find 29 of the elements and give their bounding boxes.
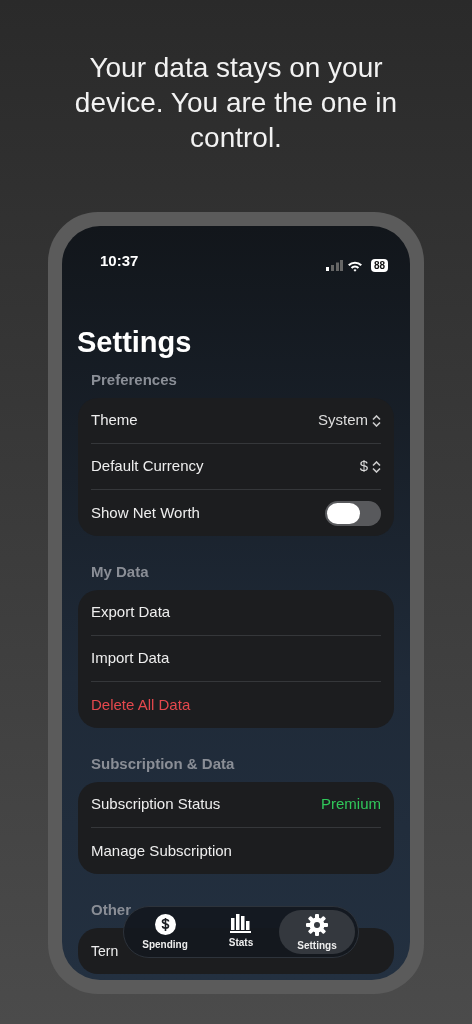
section-header: Subscription & Data bbox=[91, 754, 236, 774]
section-header: Preferences bbox=[91, 370, 178, 390]
setting-label[interactable]: Theme bbox=[91, 409, 138, 432]
tab-item[interactable]: Stats bbox=[203, 910, 279, 954]
picker-control[interactable]: System bbox=[318, 409, 381, 432]
status-value: Premium bbox=[321, 794, 381, 815]
setting-label[interactable]: Default Currency bbox=[91, 455, 204, 478]
setting-label[interactable]: Show Net Worth bbox=[91, 501, 200, 525]
delete-link[interactable]: Delete All Data bbox=[91, 693, 191, 717]
setting-label[interactable]: Subscription Status bbox=[91, 793, 221, 816]
picker-control[interactable]: $ bbox=[359, 455, 381, 478]
tab-item[interactable]: Settings bbox=[279, 910, 355, 954]
setting-label[interactable]: Tern bbox=[91, 940, 119, 962]
battery-indicator: 88 bbox=[370, 259, 388, 272]
signal-icon bbox=[325, 260, 343, 271]
setting-label[interactable]: Import Data bbox=[91, 647, 170, 670]
chevron-updown-icon bbox=[372, 414, 381, 427]
status-time: 10:37 bbox=[100, 250, 139, 271]
wifi-icon bbox=[346, 259, 363, 272]
page-title: Settings bbox=[77, 326, 193, 358]
setting-label[interactable]: Manage Subscription bbox=[91, 839, 232, 863]
headline: Your data stays on your device. You are the one in control. bbox=[73, 51, 399, 155]
bar-chart-icon bbox=[230, 914, 252, 933]
dollar-icon bbox=[154, 914, 176, 935]
section-header: My Data bbox=[91, 562, 150, 582]
settings-icon bbox=[306, 914, 328, 936]
toggle-switch[interactable] bbox=[325, 500, 381, 526]
chevron-updown-icon bbox=[372, 460, 381, 473]
setting-label[interactable]: Export Data bbox=[91, 601, 171, 624]
